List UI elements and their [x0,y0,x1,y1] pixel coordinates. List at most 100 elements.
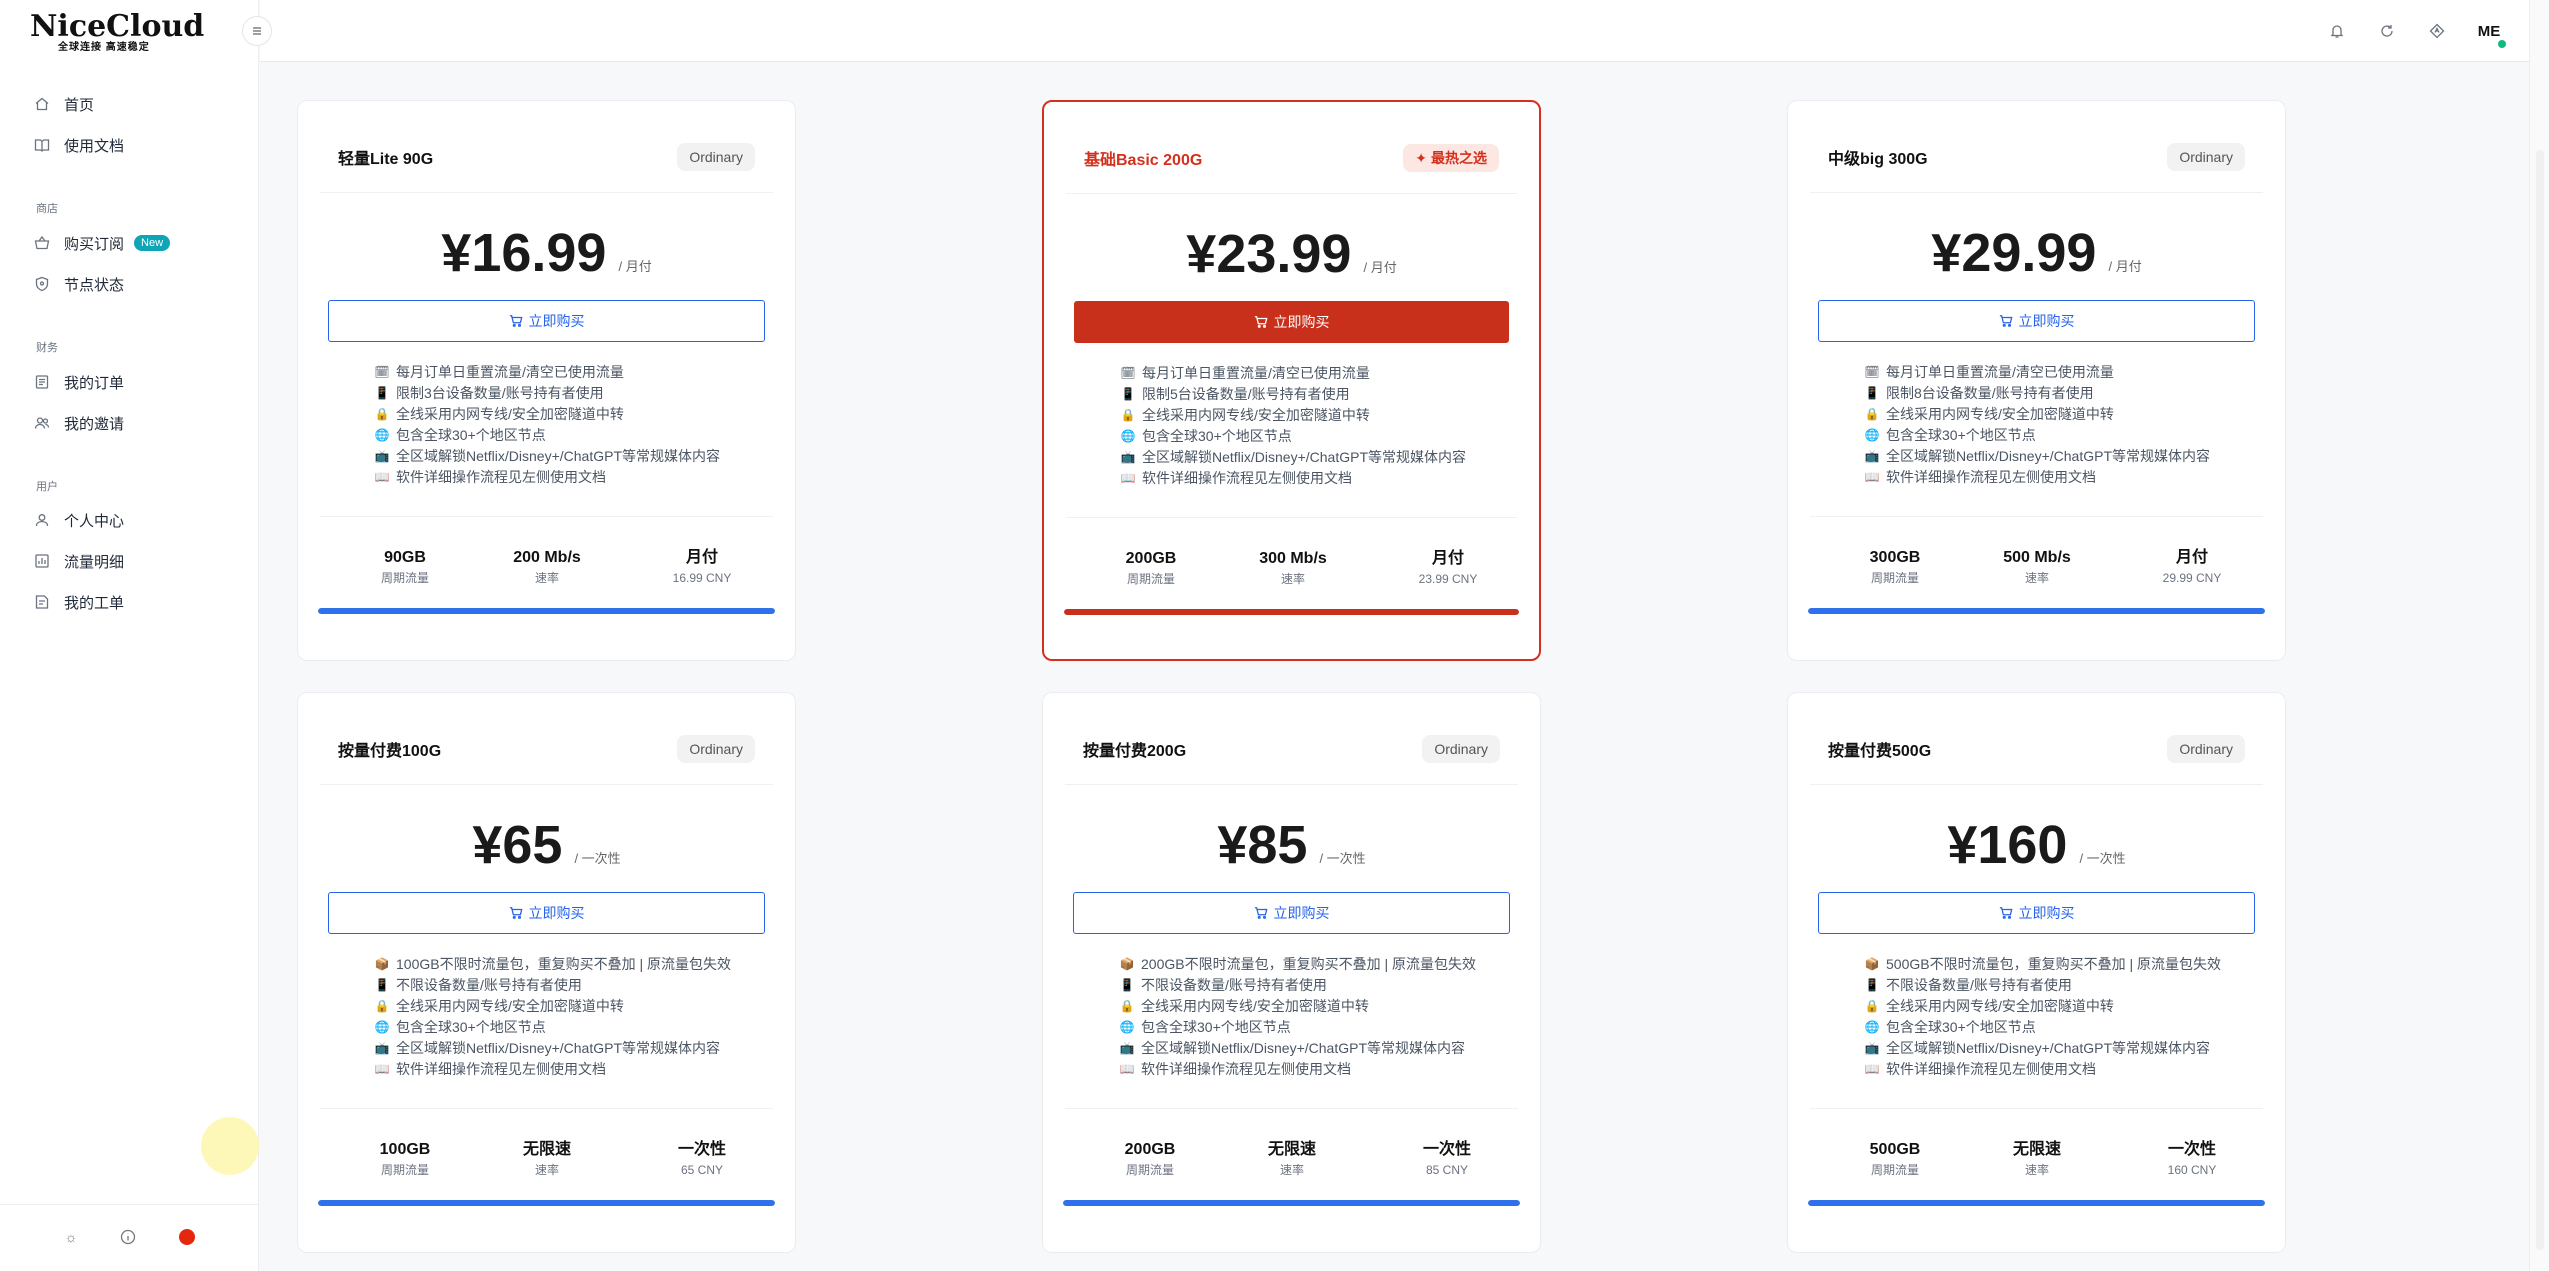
tv-icon: 📺 [1864,448,1880,463]
shield-icon [34,276,50,292]
plan-card: 中级big 300G Ordinary ¥29.99 / 月付 立即购买 🗓 每… [1787,100,2286,661]
plan-stat: 200GB 周期流量 [1071,548,1231,588]
sun-icon[interactable]: ☼ [61,1227,81,1247]
plan-tag: ✦ 最热之选 [1403,144,1499,172]
plan-tag: Ordinary [1422,735,1500,763]
language-flag-icon[interactable] [177,1227,197,1247]
feature-text: 不限设备数量/账号持有者使用 [1141,976,1327,993]
cart-icon [509,315,523,327]
sidebar-item-invites[interactable]: 我的邀请 [34,411,124,435]
sidebar-item-label: 我的工单 [64,594,125,612]
plan-tag: Ordinary [677,735,755,763]
feature-item: 🗓 每月订单日重置流量/清空已使用流量 [1120,362,1520,383]
feature-text: 软件详细操作流程见左侧使用文档 [1141,1060,1351,1077]
globe-icon: 🌐 [1119,1019,1135,1034]
info-icon[interactable] [118,1227,138,1247]
feature-text: 全线采用内网专线/安全加密隧道中转 [1141,997,1369,1014]
stat-label: 速率 [1280,572,1305,586]
sidebar-item-tickets[interactable]: 我的工单 [34,590,124,614]
stat-label: 23.99 CNY [1418,572,1478,586]
feature-item: 📺 全区域解锁Netflix/Disney+/ChatGPT等常规媒体内容 [1120,446,1520,467]
buy-now-button[interactable]: 立即购买 [1818,892,2255,934]
plan-period: / 月付 [2108,259,2142,274]
feature-text: 限制8台设备数量/账号持有者使用 [1886,384,2094,401]
stat-label: 29.99 CNY [2162,571,2222,585]
bell-icon[interactable] [2326,20,2348,42]
phone-icon: 📱 [374,977,390,992]
buy-now-button[interactable]: 立即购买 [1818,300,2255,342]
plan-title: 轻量Lite 90G [338,151,434,168]
cart-icon [509,907,523,919]
plan-progress-bar [1064,609,1519,615]
new-badge: New [134,235,171,251]
feature-item: 🌐 包含全球30+个地区节点 [1119,1016,1519,1037]
sidebar-item-profile[interactable]: 个人中心 [34,508,124,532]
price-row: ¥16.99 / 月付 [298,221,795,281]
plan-stats: 200GB 周期流量 300 Mb/s 速率 月付 23.99 CNY [1044,548,1539,594]
buy-now-button[interactable]: 立即购买 [1073,892,1510,934]
avatar[interactable]: ME [2474,16,2506,48]
feature-text: 软件详细操作流程见左侧使用文档 [1886,1060,2096,1077]
plan-progress-bar [1063,1200,1520,1206]
lock-icon: 🔒 [1120,407,1136,422]
stat-value: 月付 [685,549,718,566]
plan-tag-label: Ordinary [2179,149,2233,165]
sidebar-item-node-status[interactable]: 节点状态 [34,272,124,296]
plan-stat: 一次性 65 CNY [622,1139,782,1179]
plan-tag-label: Ordinary [1434,741,1488,757]
feature-item: 🌐 包含全球30+个地区节点 [1120,425,1520,446]
plan-price: ¥65 [472,815,563,875]
logo[interactable]: NiceCloud 全球连接 高速稳定 [30,12,204,54]
scrollbar-thumb[interactable] [2536,150,2544,1250]
feature-text: 500GB不限时流量包，重复购买不叠加 | 原流量包失效 [1886,955,2222,972]
feature-text: 每月订单日重置流量/清空已使用流量 [396,363,624,380]
card-divider [1065,784,1518,785]
book-icon: 📖 [1864,469,1880,484]
plan-stat: 300GB 周期流量 [1815,547,1975,587]
feature-list: 📦 200GB不限时流量包，重复购买不叠加 | 原流量包失效 📱 不限设备数量/… [1119,953,1519,1079]
plan-stats: 300GB 周期流量 500 Mb/s 速率 月付 29.99 CNY [1788,547,2285,593]
buy-now-button[interactable]: 立即购买 [1074,301,1509,343]
feature-text: 全区域解锁Netflix/Disney+/ChatGPT等常规媒体内容 [396,1039,720,1056]
sidebar-item-orders[interactable]: 我的订单 [34,370,124,394]
buy-now-button[interactable]: 立即购买 [328,892,765,934]
feature-item: 🔒 全线采用内网专线/安全加密隧道中转 [374,995,774,1016]
plan-stat: 一次性 160 CNY [2112,1139,2272,1179]
feature-item: 🔒 全线采用内网专线/安全加密隧道中转 [1119,995,1519,1016]
plan-progress-fill [318,1200,775,1206]
buy-now-button[interactable]: 立即购买 [328,300,765,342]
feature-text: 包含全球30+个地区节点 [1886,426,2036,443]
plan-stat: 无限速 速率 [467,1139,627,1179]
globe-icon: 🌐 [374,1019,390,1034]
feature-item: 📖 软件详细操作流程见左侧使用文档 [1119,1058,1519,1079]
refresh-icon[interactable] [2376,20,2398,42]
plan-progress-bar [1808,608,2265,614]
package-icon: 📦 [374,956,390,971]
stat-value: 一次性 [1422,1141,1471,1158]
plan-period: / 一次性 [574,851,621,866]
plan-stat: 200 Mb/s 速率 [467,547,627,587]
plan-stat: 300 Mb/s 速率 [1213,548,1373,588]
page-scrollbar[interactable] [2529,0,2549,1271]
feature-item: 🌐 包含全球30+个地区节点 [374,424,774,445]
users-icon [34,415,50,431]
plan-stat: 月付 23.99 CNY [1368,548,1528,588]
plan-tag: Ordinary [2167,143,2245,171]
sidebar-item-home[interactable]: 首页 [34,92,94,116]
chart-icon [34,553,50,569]
feature-item: 📱 不限设备数量/账号持有者使用 [1864,974,2264,995]
globe-icon: 🌐 [374,427,390,442]
sidebar-item-traffic[interactable]: 流量明细 [34,549,124,573]
card-divider [1066,517,1517,518]
plan-progress-fill [1808,1200,2265,1206]
sidebar-collapse-button[interactable] [242,16,272,46]
sidebar-item-buy[interactable]: 购买订阅 New [34,231,171,255]
translate-icon[interactable] [2426,20,2448,42]
sidebar-item-docs[interactable]: 使用文档 [34,133,124,157]
stat-label: 速率 [2024,1163,2049,1177]
lock-icon: 🔒 [1119,998,1135,1013]
sidebar-footer-divider [0,1204,259,1205]
lock-icon: 🔒 [374,998,390,1013]
feature-text: 100GB不限时流量包，重复购买不叠加 | 原流量包失效 [396,955,732,972]
buy-now-label: 立即购买 [528,313,585,329]
